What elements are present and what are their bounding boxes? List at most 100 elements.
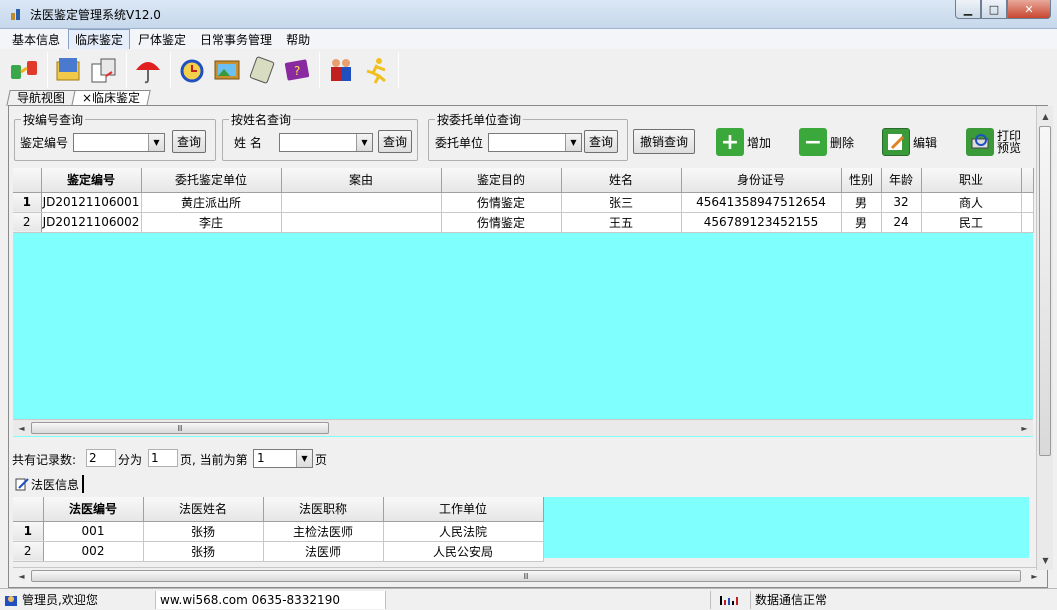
name-search-button[interactable]: 查询 [378, 130, 412, 153]
table-cell[interactable]: 张扬 [143, 521, 264, 542]
toolbar-users-button[interactable] [324, 53, 358, 87]
row-number[interactable]: 2 [13, 212, 42, 233]
table-cell[interactable]: 002 [43, 541, 144, 562]
toolbar-connect-button[interactable] [8, 53, 42, 87]
close-button[interactable]: ✕ [1007, 0, 1051, 19]
scroll-thumb[interactable]: Ⅲ [31, 570, 1021, 582]
current-page-select[interactable]: 1 ▼ [253, 449, 313, 468]
main-grid: 鉴定编号 委托鉴定单位 案由 鉴定目的 姓名 身份证号 性别 年龄 职业 1 J… [13, 168, 1034, 437]
number-combo[interactable]: ▼ [73, 133, 165, 152]
column-header[interactable]: 职业 [921, 168, 1022, 193]
table-cell[interactable]: 001 [43, 521, 144, 542]
column-header[interactable]: 委托鉴定单位 [141, 168, 282, 193]
maximize-button[interactable]: □ [981, 0, 1007, 19]
table-cell[interactable]: 李庄 [141, 212, 282, 233]
name-combo[interactable]: ▼ [279, 133, 373, 152]
scroll-right-icon[interactable]: ► [1026, 568, 1043, 584]
scroll-up-icon[interactable]: ▲ [1037, 108, 1054, 124]
page-vscrollbar[interactable]: ▲ ▼ [1036, 106, 1053, 570]
toolbar-folder-button[interactable] [52, 53, 86, 87]
column-header[interactable]: 法医编号 [43, 497, 144, 522]
table-cell[interactable]: JD20121106001 [41, 192, 142, 213]
connect-icon [11, 61, 37, 79]
table-row[interactable]: 2 JD20121106002 李庄 伤情鉴定 王五 4567891234521… [13, 212, 1034, 233]
table-cell[interactable]: 32 [881, 192, 922, 213]
status-user: 管理员,欢迎您 [0, 590, 156, 609]
menu-basic-info[interactable]: 基本信息 [6, 30, 66, 49]
scroll-thumb[interactable]: Ⅲ [31, 422, 329, 434]
menu-corpse[interactable]: 尸体鉴定 [132, 30, 192, 49]
column-header[interactable]: 年龄 [881, 168, 922, 193]
table-cell[interactable]: 主检法医师 [263, 521, 384, 542]
menu-help[interactable]: 帮助 [280, 30, 316, 49]
scroll-right-icon[interactable]: ► [1016, 420, 1033, 436]
minimize-button[interactable]: ▁ [955, 0, 981, 19]
column-header[interactable]: 身份证号 [681, 168, 842, 193]
tab-navigation-view[interactable]: 导航视图 [6, 90, 76, 106]
table-cell[interactable]: 男 [841, 192, 882, 213]
table-cell[interactable]: 张扬 [143, 541, 264, 562]
table-row[interactable]: 1 001 张扬 主检法医师 人民法院 [13, 521, 544, 542]
table-cell[interactable]: 民工 [921, 212, 1022, 233]
column-header[interactable]: 性别 [841, 168, 882, 193]
table-cell[interactable]: 男 [841, 212, 882, 233]
table-cell[interactable] [281, 192, 442, 213]
notepad-icon [249, 56, 275, 84]
number-search-button[interactable]: 查询 [172, 130, 206, 153]
chevron-down-icon[interactable]: ▼ [356, 134, 372, 151]
table-cell[interactable]: 人民法院 [383, 521, 544, 542]
column-header[interactable]: 法医姓名 [143, 497, 264, 522]
row-number[interactable]: 2 [13, 541, 44, 562]
table-cell[interactable]: 24 [881, 212, 922, 233]
add-button[interactable]: + 增加 [716, 128, 771, 156]
toolbar-notepad-button[interactable] [245, 53, 279, 87]
scroll-left-icon[interactable]: ◄ [13, 420, 30, 436]
tab-clinical[interactable]: ×临床鉴定 [71, 90, 151, 106]
column-header[interactable]: 法医职称 [263, 497, 384, 522]
column-header[interactable]: 姓名 [561, 168, 682, 193]
column-header[interactable]: 工作单位 [383, 497, 544, 522]
menu-daily-affairs[interactable]: 日常事务管理 [194, 30, 278, 49]
toolbar-picture-button[interactable] [210, 53, 244, 87]
toolbar-umbrella-button[interactable] [131, 53, 165, 87]
menu-clinical[interactable]: 临床鉴定 [68, 28, 131, 50]
unit-search-button[interactable]: 查询 [584, 130, 618, 153]
table-cell[interactable]: 45641358947512654 [681, 192, 842, 213]
row-number[interactable]: 1 [13, 521, 44, 542]
table-cell[interactable]: 张三 [561, 192, 682, 213]
table-cell[interactable]: 王五 [561, 212, 682, 233]
table-cell[interactable] [281, 212, 442, 233]
chevron-down-icon[interactable]: ▼ [565, 134, 581, 151]
cancel-search-button[interactable]: 撤销查询 [633, 129, 695, 154]
column-header[interactable]: 鉴定目的 [441, 168, 562, 193]
table-cell[interactable]: JD20121106002 [41, 212, 142, 233]
table-cell[interactable]: 法医师 [263, 541, 384, 562]
unit-combo[interactable]: ▼ [488, 133, 582, 152]
print-preview-button[interactable]: 打印 预览 [966, 128, 1021, 156]
scroll-left-icon[interactable]: ◄ [13, 568, 30, 584]
table-cell[interactable]: 人民公安局 [383, 541, 544, 562]
main-grid-hscrollbar[interactable]: ◄ Ⅲ ► [13, 419, 1033, 436]
edit-button[interactable]: 编辑 [882, 128, 937, 156]
column-header[interactable]: 鉴定编号 [41, 168, 142, 193]
table-cell[interactable]: 商人 [921, 192, 1022, 213]
column-header[interactable]: 案由 [281, 168, 442, 193]
table-cell[interactable]: 伤情鉴定 [441, 192, 562, 213]
table-row[interactable]: 1 JD20121106001 黄庄派出所 伤情鉴定 张三 4564135894… [13, 192, 1034, 213]
chevron-down-icon[interactable]: ▼ [148, 134, 164, 151]
table-cell[interactable]: 伤情鉴定 [441, 212, 562, 233]
chevron-down-icon[interactable]: ▼ [296, 450, 312, 467]
scroll-thumb[interactable] [1039, 126, 1051, 456]
scroll-down-icon[interactable]: ▼ [1037, 552, 1054, 568]
row-number[interactable]: 1 [13, 192, 42, 213]
toolbar-alarm-button[interactable] [175, 53, 209, 87]
table-cell[interactable]: 456789123452155 [681, 212, 842, 233]
table-row[interactable]: 2 002 张扬 法医师 人民公安局 [13, 541, 544, 562]
toolbar-exit-button[interactable] [359, 53, 393, 87]
toolbar-help-book-button[interactable]: ? [280, 53, 314, 87]
toolbar-documents-button[interactable] [87, 53, 121, 87]
table-cell[interactable]: 黄庄派出所 [141, 192, 282, 213]
page-hscrollbar[interactable]: ◄ Ⅲ ► [13, 567, 1043, 584]
tab-examiner-info[interactable]: 法医信息 [15, 475, 85, 493]
delete-button[interactable]: − 删除 [799, 128, 854, 156]
